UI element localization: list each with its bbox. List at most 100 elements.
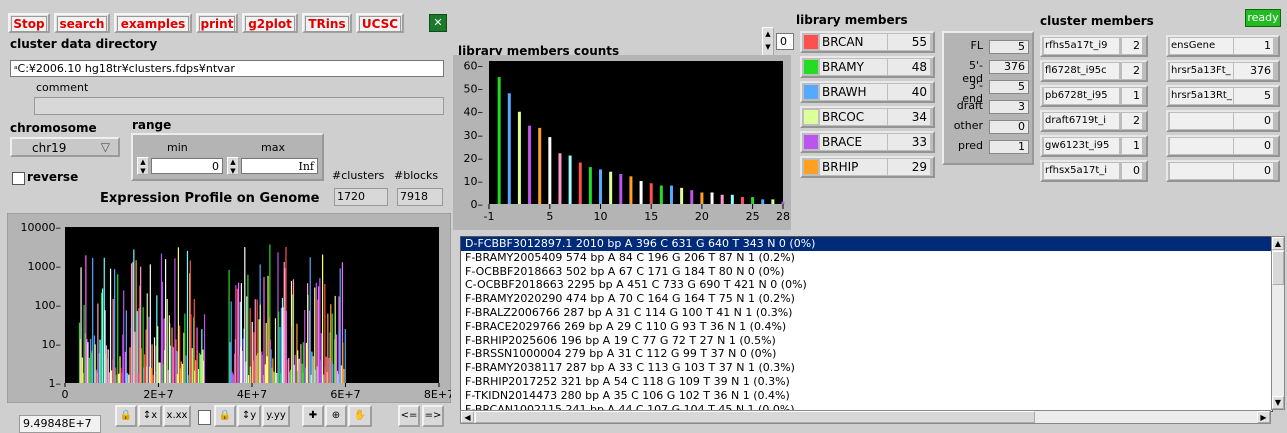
profile-y-tick-label: 100– bbox=[35, 299, 62, 312]
list-hscrollbar[interactable]: ◀ ▶ bbox=[460, 410, 1271, 424]
cluster-member-left[interactable]: pb6728t_i95 1 bbox=[1040, 85, 1148, 107]
range-min-field[interactable]: 0 bbox=[151, 158, 223, 174]
library-member-row[interactable]: BRACE 33 bbox=[800, 131, 935, 153]
cluster-member-left[interactable]: draft6719t_i 2 bbox=[1040, 110, 1148, 132]
list-item[interactable]: F-BRAMY2020290 474 bp A 70 C 164 G 164 T… bbox=[461, 292, 1272, 306]
profile-x-tick-label: 2E+7 bbox=[143, 388, 173, 401]
cluster-member-left[interactable]: gw6123t_i95 1 bbox=[1040, 135, 1148, 157]
scroll-down-arrow[interactable]: ▼ bbox=[1272, 396, 1284, 409]
list-item[interactable]: F-BRACE2029766 269 bp A 29 C 110 G 93 T … bbox=[461, 320, 1272, 334]
library-member-row[interactable]: BRHIP 29 bbox=[800, 156, 935, 178]
sequence-list[interactable]: D-FCBBF3012897.1 2010 bp A 396 C 631 G 6… bbox=[460, 236, 1273, 412]
pan-hand-icon[interactable]: ✋ bbox=[348, 405, 372, 427]
x-scale-icon[interactable]: ↕x bbox=[138, 405, 162, 427]
vscroll-thumb[interactable] bbox=[1272, 251, 1284, 285]
cluster-member-right[interactable]: ensGene 1 bbox=[1166, 35, 1280, 57]
library-member-name: BRAMY bbox=[820, 59, 887, 75]
cluster-member-name: hrsr5a13Rt_ bbox=[1170, 88, 1233, 104]
library-member-count: 48 bbox=[888, 59, 930, 75]
scroll-up-arrow[interactable]: ▲ bbox=[1272, 237, 1284, 250]
range-max-label: max bbox=[261, 141, 285, 154]
lib-y-tick-label: 50– bbox=[464, 83, 484, 96]
x-autoscale-checkbox[interactable] bbox=[198, 410, 211, 425]
cluster-member-count: 1 bbox=[1122, 88, 1142, 104]
stat-value: 5 bbox=[989, 80, 1029, 94]
examples-button[interactable]: examples bbox=[114, 13, 192, 33]
trins-button[interactable]: TRins bbox=[302, 13, 352, 33]
list-item[interactable]: F-BRALZ2006766 287 bp A 31 C 114 G 100 T… bbox=[461, 306, 1272, 320]
chromosome-select[interactable]: chr19 ▽ bbox=[10, 137, 120, 157]
cluster-member-left[interactable]: rfhs5a17t_i9 2 bbox=[1040, 35, 1148, 57]
range-max-spinner[interactable]: ▲ ▼ bbox=[227, 157, 239, 175]
scroll-right-arrow[interactable]: ▶ bbox=[1257, 411, 1270, 423]
list-item[interactable]: F-TKIDN2014473 280 bp A 35 C 106 G 102 T… bbox=[461, 389, 1272, 403]
cluster-member-name: gw6123t_i95 bbox=[1044, 138, 1119, 154]
comment-field[interactable] bbox=[34, 97, 444, 115]
cluster-member-right[interactable]: 0 bbox=[1166, 160, 1280, 182]
blocks-count: 7918 bbox=[397, 188, 443, 206]
lib-counts-spin-value[interactable]: 0 bbox=[776, 33, 794, 50]
list-item[interactable]: F-BRAMY2038117 287 bp A 33 C 113 G 103 T… bbox=[461, 361, 1272, 375]
lib-counts-spinner[interactable]: ▲ ▼ bbox=[762, 27, 774, 57]
g2plot-button[interactable]: g2plot bbox=[242, 13, 298, 33]
cluster-member-left[interactable]: fl6728t_i95c 2 bbox=[1040, 60, 1148, 82]
library-member-count: 33 bbox=[888, 134, 930, 150]
cluster-member-right[interactable]: 0 bbox=[1166, 110, 1280, 132]
cluster-member-name: pb6728t_i95 bbox=[1044, 88, 1119, 104]
library-member-row[interactable]: BRAMY 48 bbox=[800, 56, 935, 78]
ucsc-button[interactable]: UCSC bbox=[356, 13, 404, 33]
library-member-name: BRACE bbox=[820, 134, 887, 150]
zoom-icon[interactable]: ⊕ bbox=[325, 405, 347, 427]
list-item[interactable]: F-BRAMY2005409 574 bp A 84 C 196 G 206 T… bbox=[461, 251, 1272, 265]
lib-y-tick-label: 30– bbox=[464, 129, 484, 142]
library-members-title: library members bbox=[796, 13, 908, 27]
cluster-member-count: 0 bbox=[1234, 163, 1273, 179]
range-min-spinner[interactable]: ▲ ▼ bbox=[137, 157, 149, 175]
cluster-member-right[interactable]: hrsr5a13Rt_ 5 bbox=[1166, 85, 1280, 107]
cluster-member-left[interactable]: rfhsx5a17t_i 0 bbox=[1040, 160, 1148, 182]
stat-label: FL bbox=[970, 39, 983, 52]
cluster-member-count: 5 bbox=[1234, 88, 1273, 104]
excel-icon[interactable]: ✕ bbox=[429, 14, 447, 32]
crosshair-icon[interactable]: ✚ bbox=[302, 405, 324, 427]
reverse-checkbox[interactable] bbox=[12, 172, 25, 185]
cluster-member-count: 2 bbox=[1122, 38, 1142, 54]
cluster-member-right[interactable]: hrsr5a13Ft_ 376 bbox=[1166, 60, 1280, 82]
cluster-dir-field[interactable]: ᵃC:¥2006.10 hg18tr¥clusters.fdps¥ntvar bbox=[10, 60, 444, 77]
cluster-member-count: 2 bbox=[1122, 63, 1142, 79]
blocks-label: #blocks bbox=[394, 169, 439, 182]
lock-y-icon[interactable]: 🔒 bbox=[214, 405, 236, 427]
cursor-value-field[interactable]: 9.49848E+7 bbox=[19, 415, 101, 433]
hscroll-thumb[interactable] bbox=[475, 411, 1035, 423]
scroll-right-button[interactable]: => bbox=[422, 405, 444, 427]
list-item[interactable]: F-BRHIP2025606 196 bp A 19 C 77 G 72 T 2… bbox=[461, 334, 1272, 348]
list-item[interactable]: F-OCBBF2018663 502 bp A 67 C 171 G 184 T… bbox=[461, 265, 1272, 279]
print-button[interactable]: print bbox=[196, 13, 238, 33]
y-scale-icon[interactable]: ↕y bbox=[237, 405, 261, 427]
cluster-member-name bbox=[1170, 113, 1233, 129]
cluster-member-count: 1 bbox=[1234, 38, 1273, 54]
library-member-row[interactable]: BRCAN 55 bbox=[800, 31, 935, 53]
x-format-icon[interactable]: x.xx bbox=[163, 405, 191, 427]
stop-button[interactable]: Stop bbox=[8, 13, 50, 33]
library-member-row[interactable]: BRCOC 34 bbox=[800, 106, 935, 128]
search-button[interactable]: search bbox=[54, 13, 110, 33]
library-member-name: BRAWH bbox=[820, 84, 887, 100]
lock-x-icon[interactable]: 🔒 bbox=[115, 405, 137, 427]
expression-profile-chart[interactable]: 1– 10– 100– 1000– 10000– 0 2E+7 4E+7 6E+7 8E+7 bbox=[7, 213, 451, 403]
scroll-left-button[interactable]: <= bbox=[398, 405, 420, 427]
cluster-member-count: 0 bbox=[1122, 163, 1142, 179]
scroll-left-arrow[interactable]: ◀ bbox=[461, 411, 474, 423]
list-item[interactable]: C-OCBBF2018663 2295 bp A 451 C 733 G 690… bbox=[461, 278, 1272, 292]
list-vscrollbar[interactable]: ▲ ▼ bbox=[1271, 236, 1285, 410]
cluster-member-name: fl6728t_i95c bbox=[1044, 63, 1119, 79]
list-item[interactable]: D-FCBBF3012897.1 2010 bp A 396 C 631 G 6… bbox=[461, 237, 1272, 251]
profile-x-tick-label: 4E+7 bbox=[237, 388, 267, 401]
cluster-member-right[interactable]: 0 bbox=[1166, 135, 1280, 157]
list-item[interactable]: F-BRHIP2017252 321 bp A 54 C 118 G 109 T… bbox=[461, 375, 1272, 389]
y-format-icon[interactable]: y.yy bbox=[262, 405, 290, 427]
range-max-field[interactable]: Inf bbox=[241, 158, 318, 174]
cluster-member-name bbox=[1170, 163, 1233, 179]
list-item[interactable]: F-BRSSN1000004 279 bp A 31 C 112 G 99 T … bbox=[461, 347, 1272, 361]
library-member-row[interactable]: BRAWH 40 bbox=[800, 81, 935, 103]
